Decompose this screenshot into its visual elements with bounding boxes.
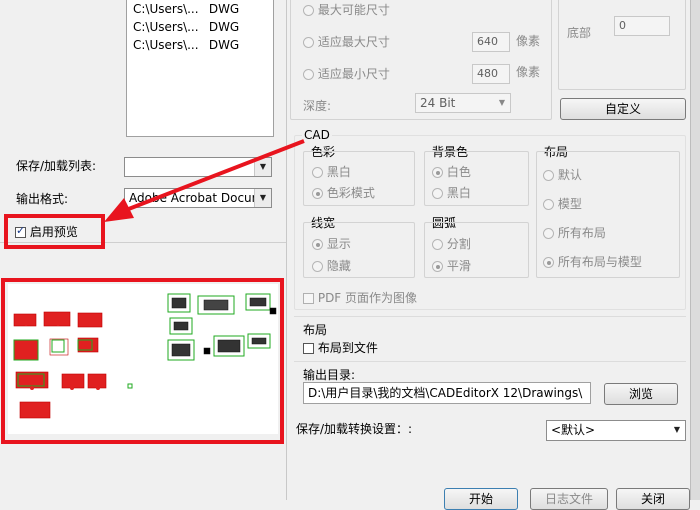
annotation-arrow-icon bbox=[104, 139, 305, 222]
